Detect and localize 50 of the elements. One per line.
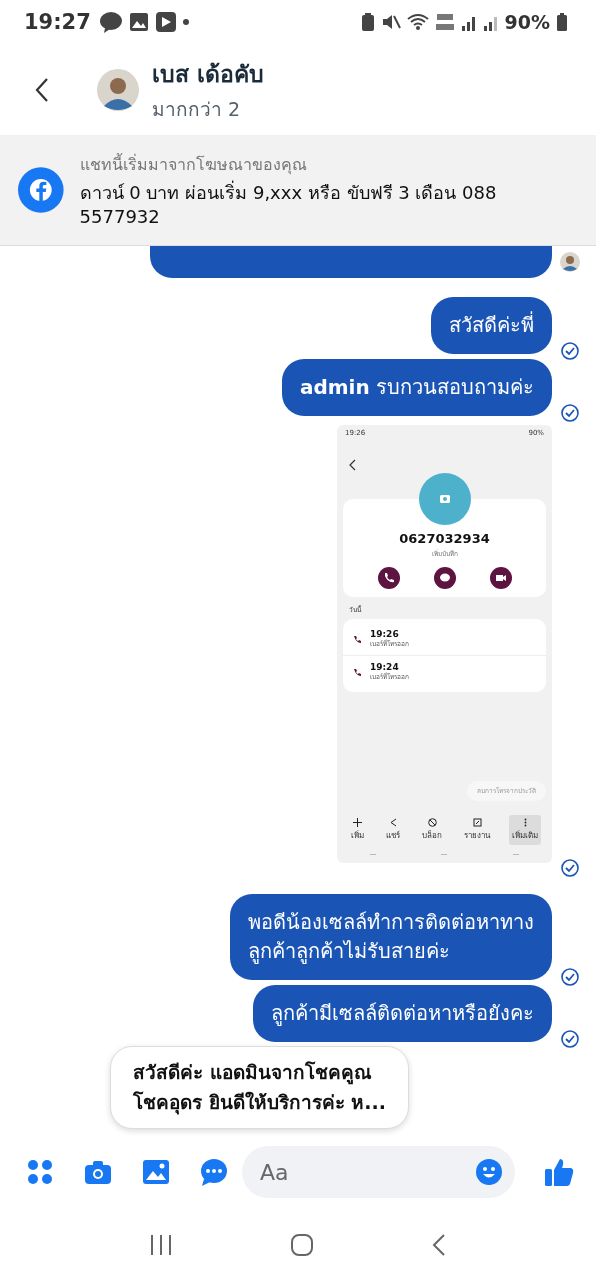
back-icon [349,459,357,471]
banner-text: ดาวน์ 0 บาท ผ่อนเริ่ม 9,xxx หรือ ขับฟรี 3 เดือน 088 5577932 [79,181,498,228]
call-icon [377,567,400,589]
toolbar-action: แชร์ [383,815,403,845]
outgoing-call-icon [353,634,362,644]
back-icon[interactable] [34,76,50,103]
mute-icon [380,12,401,32]
banner-caption: แชทนี้เริ่มมาจากโฆษณาของคุณ [79,152,308,177]
status-time: 19:27 [24,10,91,34]
battery-percent: 90% [504,11,550,33]
chat-icon[interactable] [199,1157,229,1187]
back-icon[interactable] [431,1233,448,1257]
edit-icon [472,818,482,827]
contact-name: เบส เด้อคับ [152,59,264,89]
message-bubble[interactable]: admin รบกวนสอบถามค่ะ [281,359,552,416]
recent-apps-icon[interactable] [148,1234,173,1256]
toolbar-action: เพิ่มเติม [509,815,541,845]
phone-number: 0627032934 [399,531,490,546]
message-icon [433,567,456,589]
emoji-icon[interactable] [475,1158,503,1186]
home-icon[interactable] [290,1233,314,1257]
thumbs-up-icon[interactable] [543,1156,575,1188]
wifi-icon [406,12,429,32]
toolbar-action: รายงาน [461,815,493,845]
facebook-icon [18,167,64,213]
image-icon [128,12,149,32]
grid-icon[interactable] [25,1157,55,1187]
video-call-icon [489,567,512,589]
plus-icon [353,818,362,827]
message-bubble[interactable]: สวัสดีค่ะพี่ [431,297,552,354]
video-app-icon [154,11,177,33]
toolbar-action: บล็อก [419,815,445,845]
block-icon [427,818,437,827]
camera-avatar-icon [418,473,471,525]
outgoing-call-icon [353,667,362,677]
quick-reply-bubble[interactable]: สวัสดีค่ะ แอดมินจากโชคคูณ โชคอุดร ยินดีให้บริการค่ะ ห... [110,1046,409,1129]
message-bubble[interactable]: พอดีน้องเซลล์ทำการติดต่อหาทาง ลูกค้าลูกค้าไม่รับสายค่ะ [230,894,552,980]
share-icon [388,818,398,827]
battery-icon [556,12,568,32]
battery-saver-icon [360,12,375,32]
call-time: 19:24 [370,662,400,672]
message-input[interactable]: Aa [242,1146,515,1198]
avatar[interactable] [96,67,140,112]
message-bubble[interactable]: ลูกค้ามีเซลล์ติดต่อหาหรือยังคะ [253,985,552,1042]
image-icon[interactable] [141,1157,171,1187]
toolbar-action: เพิ่ม [348,815,367,845]
chat-app-icon [98,11,123,33]
contact-subtitle: มากกว่า 2 [152,96,242,122]
call-time: 19:26 [370,629,400,639]
dot-icon [182,19,189,25]
